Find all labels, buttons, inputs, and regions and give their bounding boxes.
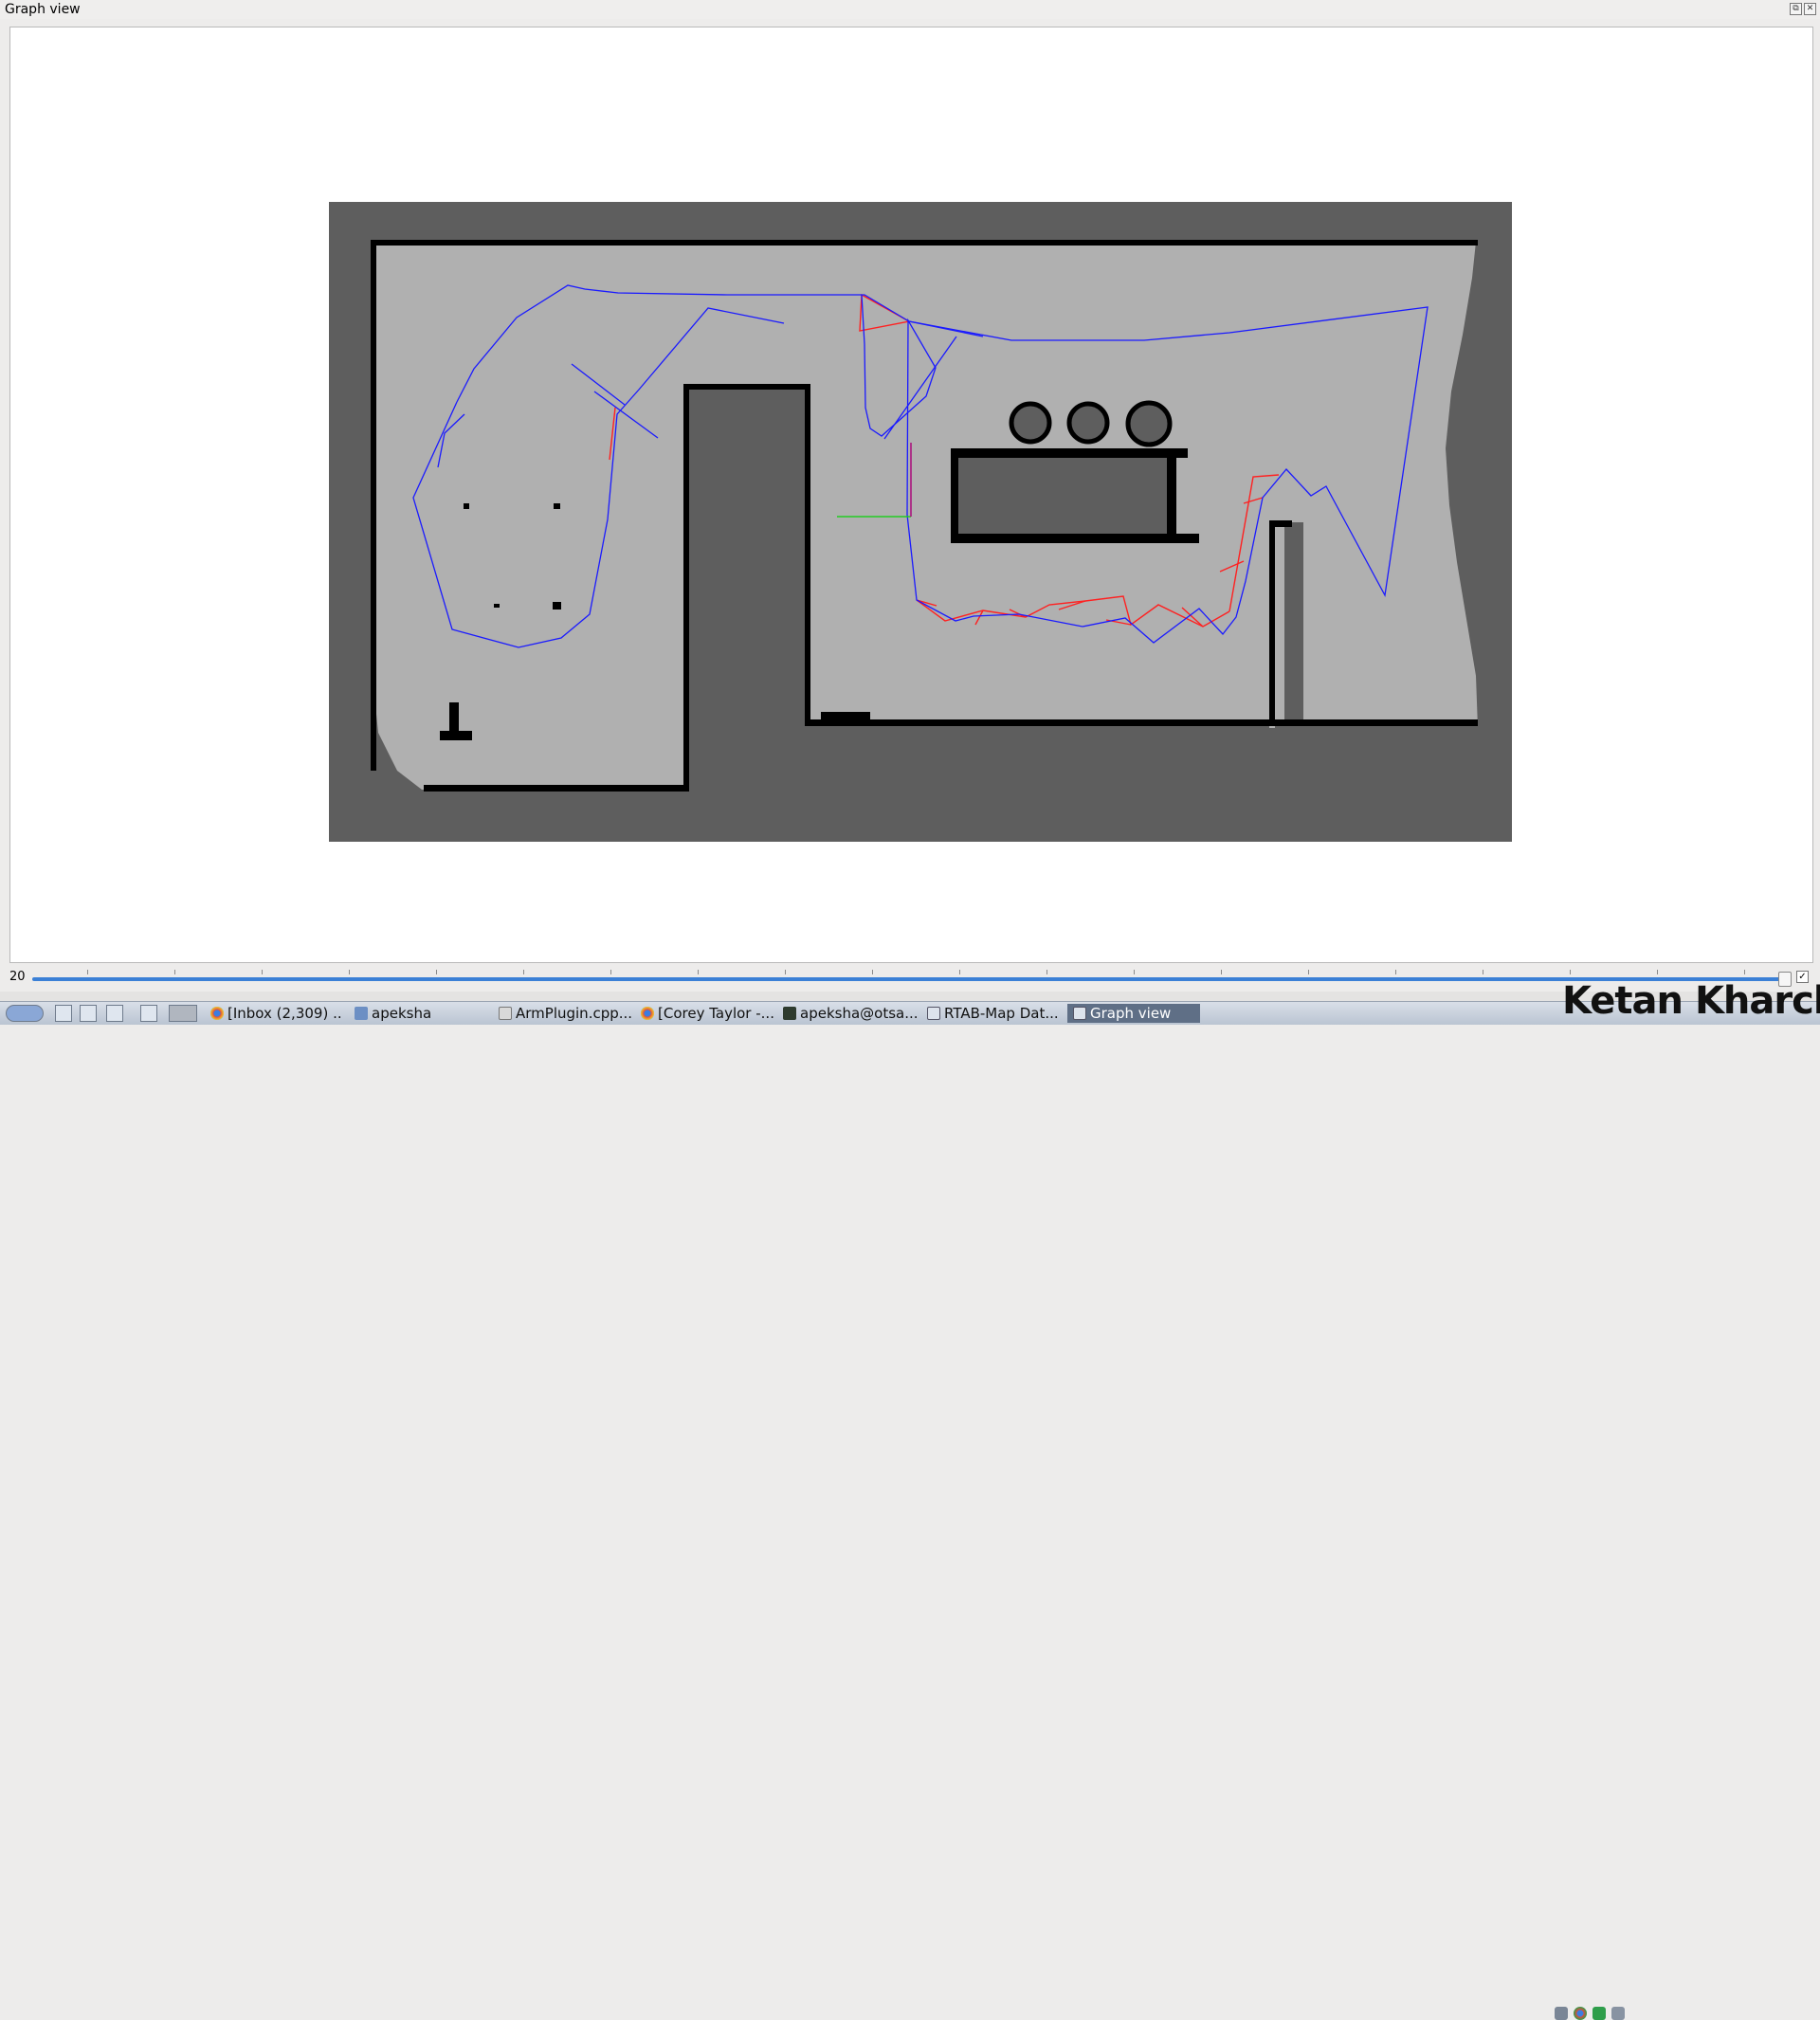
taskbar-item-graph-view[interactable]: Graph view — [1067, 1004, 1200, 1023]
taskbar-item-armplugin[interactable]: ArmPlugin.cpp... — [499, 1004, 633, 1023]
dark-block — [689, 390, 805, 788]
node-slider-track[interactable] — [32, 977, 1784, 981]
lower-right-dark-region — [1275, 726, 1478, 840]
chrome-icon — [641, 1007, 654, 1020]
round-obstacles — [1009, 400, 1173, 447]
network-icon[interactable] — [1555, 2007, 1568, 2020]
start-menu-icon[interactable] — [6, 1005, 44, 1022]
window-launcher-icon[interactable] — [106, 1005, 123, 1022]
window-icon — [927, 1007, 940, 1020]
taskbar-item-apeksha-folder[interactable]: apeksha — [355, 1004, 487, 1023]
lower-dark-region — [810, 726, 1269, 840]
terminal-icon — [783, 1007, 796, 1020]
slider-ticks — [32, 970, 1784, 975]
browser-launcher-icon[interactable] — [80, 1005, 97, 1022]
editor-icon — [499, 1007, 512, 1020]
watermark-text: Ketan Kharche — [1562, 979, 1820, 1023]
folder-icon — [355, 1007, 368, 1020]
close-window-button[interactable]: ✕ — [1804, 3, 1816, 15]
window-titlebar: Graph view ⧉ ✕ — [0, 0, 1820, 19]
show-desktop-icon[interactable] — [140, 1005, 157, 1022]
taskbar: [Inbox (2,309) ... apeksha ArmPlugin.cpp… — [0, 1001, 1820, 2020]
volume-icon[interactable] — [1611, 2007, 1625, 2020]
table-block — [958, 458, 1167, 534]
occupancy-grid-map[interactable] — [329, 202, 1512, 842]
taskbar-item-rtabmap[interactable]: RTAB-Map Dat... — [927, 1004, 1065, 1023]
taskbar-item-terminal[interactable]: apeksha@otsa... — [783, 1004, 923, 1023]
slider-value: 20 — [9, 970, 26, 984]
chrome-icon — [210, 1007, 224, 1020]
graph-view-canvas[interactable] — [9, 27, 1813, 963]
file-manager-launcher-icon[interactable] — [55, 1005, 72, 1022]
float-window-button[interactable]: ⧉ — [1790, 3, 1802, 15]
clipped-status-strip — [0, 992, 1820, 1001]
taskbar-item-corey-taylor[interactable]: [Corey Taylor -... — [641, 1004, 774, 1023]
window-title: Graph view — [5, 2, 81, 17]
system-tray — [1555, 2007, 1625, 2020]
taskbar-item-inbox[interactable]: [Inbox (2,309) ... — [210, 1004, 341, 1023]
node-slider-row: 20 — [0, 967, 1820, 988]
update-icon[interactable] — [1592, 2007, 1606, 2020]
workspace-icon[interactable] — [169, 1005, 197, 1022]
window-icon — [1073, 1007, 1086, 1020]
chrome-tray-icon[interactable] — [1574, 2007, 1587, 2020]
